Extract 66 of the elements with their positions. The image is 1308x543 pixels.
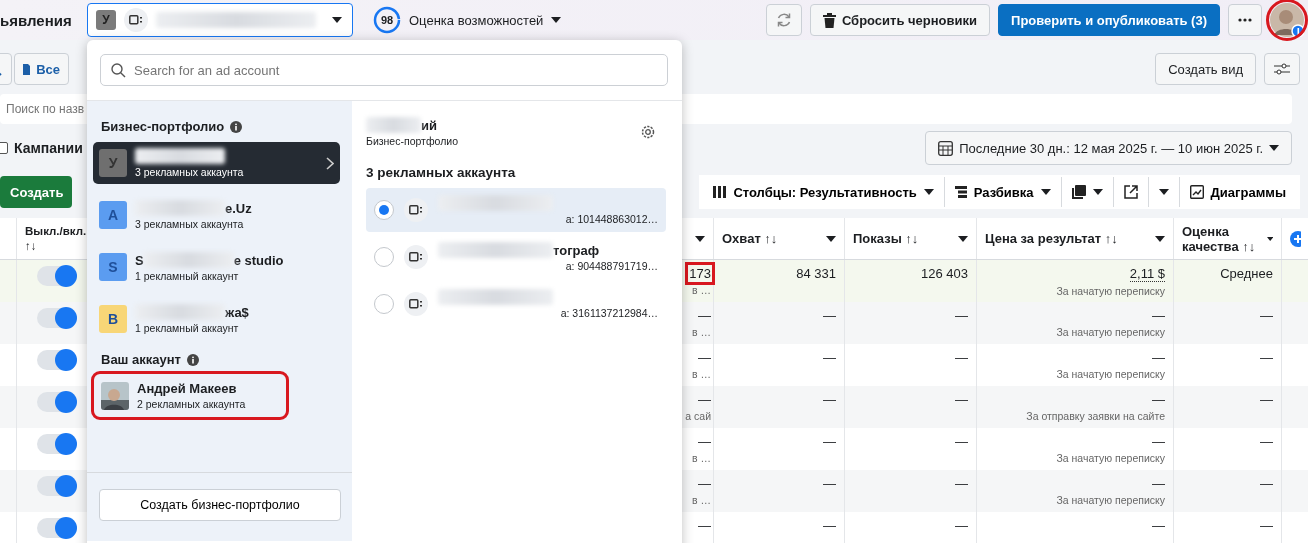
table-cell: — bbox=[823, 476, 836, 491]
section-heading: Бизнес-портфолио bbox=[101, 119, 225, 134]
name-fragment: e studio bbox=[233, 252, 284, 268]
table-cell: 126 403 bbox=[921, 266, 968, 281]
name-fragment: жа$ bbox=[225, 304, 249, 320]
name-fragment: S bbox=[135, 252, 144, 268]
table-cell: — bbox=[1260, 476, 1273, 491]
cell-note: в … bbox=[692, 284, 711, 296]
section-heading: 3 рекламных аккаунта bbox=[366, 165, 517, 180]
table-cell: — bbox=[1260, 308, 1273, 323]
table-cell: — bbox=[955, 350, 968, 365]
table-cell: 2,11 $ bbox=[1129, 266, 1165, 282]
table-cell: — bbox=[823, 518, 836, 533]
cell-note: в … bbox=[692, 368, 711, 380]
table-cell: — bbox=[823, 434, 836, 449]
table-cell: — bbox=[955, 476, 968, 491]
table-cell: — bbox=[955, 392, 968, 407]
name-fragment: e.Uz bbox=[225, 200, 252, 216]
table-cell: — bbox=[1260, 350, 1273, 365]
cell-note: в … bbox=[692, 494, 711, 506]
portfolio-avatar: У bbox=[99, 149, 127, 177]
table-cell: — bbox=[1152, 476, 1165, 491]
table-cell: — bbox=[698, 308, 711, 323]
table-cell: — bbox=[823, 308, 836, 323]
section-heading: Ваш аккаунт bbox=[101, 352, 181, 367]
cell-note: За начатую переписку bbox=[1056, 368, 1165, 380]
table-cell: — bbox=[823, 350, 836, 365]
cell-note: За начатую переписку bbox=[1056, 494, 1165, 506]
score-badge: 98 bbox=[373, 6, 401, 34]
table-cell: — bbox=[955, 518, 968, 533]
cell-note: За отправку заявки на сайте bbox=[1026, 410, 1165, 422]
portfolio-avatar: B bbox=[99, 305, 127, 333]
table-cell: — bbox=[698, 518, 711, 533]
table-cell: — bbox=[698, 476, 711, 491]
cell-note: в … bbox=[692, 452, 711, 464]
table-cell: — bbox=[698, 434, 711, 449]
name-fragment: тограф bbox=[553, 242, 600, 258]
table-cell: 84 331 bbox=[796, 266, 836, 281]
cell-note: За начатую переписку bbox=[1056, 285, 1165, 297]
portfolio-avatar: A bbox=[99, 201, 127, 229]
portfolio-avatar: S bbox=[99, 253, 127, 281]
cell-note: а сай bbox=[685, 410, 711, 422]
table-cell: — bbox=[1152, 350, 1165, 365]
table-cell: — bbox=[955, 434, 968, 449]
table-cell: — bbox=[1152, 434, 1165, 449]
name-fragment: ий bbox=[421, 117, 437, 133]
page-title: ьявления bbox=[0, 11, 73, 29]
table-cell: — bbox=[698, 392, 711, 407]
table-cell: — bbox=[1152, 392, 1165, 407]
subtitle: Бизнес-портфолио bbox=[366, 135, 459, 147]
table-cell: — bbox=[1152, 308, 1165, 323]
table-cell: — bbox=[823, 392, 836, 407]
table-cell: — bbox=[955, 308, 968, 323]
cell-note: в … bbox=[692, 326, 711, 338]
account-initial: У bbox=[96, 10, 116, 30]
cell-note: За начатую переписку bbox=[1056, 326, 1165, 338]
table-cell: — bbox=[698, 350, 711, 365]
table-cell: Среднее bbox=[1220, 266, 1273, 281]
table-cell: — bbox=[1260, 392, 1273, 407]
table-cell: — bbox=[1260, 518, 1273, 533]
account-id: а: 904488791719… bbox=[565, 260, 658, 272]
account-id: а: 101448863012… bbox=[565, 213, 658, 225]
table-cell: — bbox=[1260, 434, 1273, 449]
cell-note: За начатую переписку bbox=[1056, 452, 1165, 464]
table-cell: — bbox=[1152, 518, 1165, 533]
account-id: а: 3161137212984… bbox=[560, 307, 658, 319]
